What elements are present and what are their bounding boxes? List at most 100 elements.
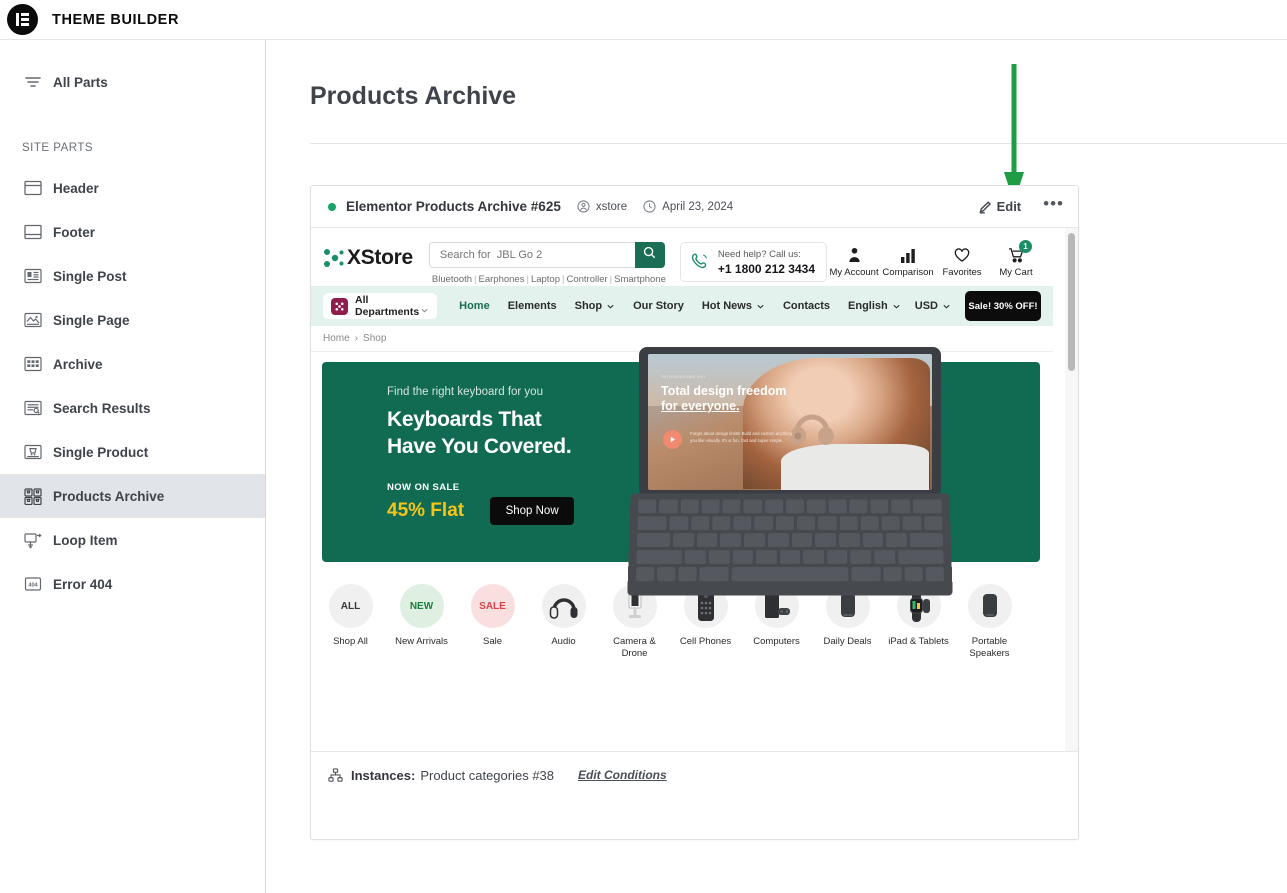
nav-link-shop[interactable]: Shop <box>575 300 616 312</box>
author-meta: xstore <box>577 199 627 214</box>
sidebar-item-label: Single Product <box>53 444 149 460</box>
screen-title-line1: Total design freedom <box>661 384 787 398</box>
category-label: Audio <box>551 636 576 647</box>
call-us-label: Need help? Call us: <box>717 248 801 260</box>
preview-scrollbar-track[interactable] <box>1065 228 1078 751</box>
filter-lines-icon <box>22 71 44 93</box>
sidebar-item-all-parts[interactable]: All Parts <box>0 60 265 104</box>
search-button[interactable] <box>634 242 665 268</box>
sidebar-item-single-page[interactable]: Single Page <box>0 298 265 342</box>
category-label: Computers <box>753 636 800 647</box>
preview-viewport: XStore Search for JBL Go 2 Bluetooth | E… <box>311 228 1053 751</box>
single-post-icon <box>22 265 44 287</box>
store-header: XStore Search for JBL Go 2 Bluetooth | E… <box>311 228 1053 286</box>
sidebar-item-loop-item[interactable]: Loop Item <box>0 518 265 562</box>
search-icon <box>643 246 656 264</box>
comparison-link[interactable]: Comparison <box>881 244 935 278</box>
archive-grid-icon <box>22 353 44 375</box>
sidebar-item-search-results[interactable]: Search Results <box>0 386 265 430</box>
nav-link-our-story[interactable]: Our Story <box>633 300 684 312</box>
sitemap-icon <box>328 767 343 783</box>
single-product-icon <box>22 441 44 463</box>
screen-body-text: Forget about design limits! Build and cu… <box>690 431 792 443</box>
date-meta: April 23, 2024 <box>643 199 733 214</box>
sidebar-item-label: Search Results <box>53 400 151 416</box>
edit-conditions-link[interactable]: Edit Conditions <box>578 768 667 782</box>
search-tag[interactable]: Earphones <box>479 274 525 285</box>
user-icon <box>847 244 862 263</box>
search-results-icon <box>22 397 44 419</box>
elementor-logo-icon[interactable] <box>7 4 38 35</box>
shop-now-button[interactable]: Shop Now <box>490 497 575 525</box>
edit-label: Edit <box>996 199 1022 214</box>
category-item[interactable]: Portable Speakers <box>954 584 1025 660</box>
footer-layout-icon <box>22 221 44 243</box>
sidebar-item-label: Footer <box>53 224 95 240</box>
nav-link-contacts[interactable]: Contacts <box>783 300 830 312</box>
call-us-box[interactable]: Need help? Call us: +1 1800 212 3434 <box>679 242 828 282</box>
sidebar-item-label: Archive <box>53 356 103 372</box>
sidebar-item-archive[interactable]: Archive <box>0 342 265 386</box>
edit-button[interactable]: Edit <box>978 199 1022 214</box>
category-item[interactable]: SALE Sale <box>457 584 528 660</box>
nav-link-hot-news[interactable]: Hot News <box>702 300 765 312</box>
hero-discount: 45% Flat <box>387 500 465 521</box>
sidebar-item-single-post[interactable]: Single Post <box>0 254 265 298</box>
sidebar-item-label: All Parts <box>53 74 108 90</box>
language-selector[interactable]: English <box>848 300 901 312</box>
sale-button[interactable]: Sale! 30% OFF! <box>965 291 1041 321</box>
search-tag[interactable]: Controller <box>566 274 607 285</box>
breadcrumb-item-home[interactable]: Home <box>323 333 350 344</box>
category-badge: ALL <box>328 584 373 628</box>
xstore-logo-text: XStore <box>347 246 413 269</box>
category-label: Cell Phones <box>679 636 732 647</box>
bar-chart-icon <box>900 244 916 263</box>
nav-right: English USD Sale! 30% OFF! <box>848 291 1041 321</box>
sidebar-item-header[interactable]: Header <box>0 166 265 210</box>
category-label: iPad & Tablets <box>888 636 949 647</box>
breadcrumb-item-shop[interactable]: Shop <box>363 333 386 344</box>
nav-links: Home Elements Shop Our Story Hot News Co… <box>459 300 848 312</box>
sidebar-item-footer[interactable]: Footer <box>0 210 265 254</box>
account-label: Comparison <box>882 267 934 278</box>
nav-link-label: Home <box>459 300 490 312</box>
sidebar-section-label: SITE PARTS <box>22 142 94 154</box>
breadcrumb-separator: › <box>354 333 359 344</box>
search-input[interactable] <box>428 242 635 268</box>
sidebar-item-products-archive[interactable]: Products Archive <box>0 474 265 518</box>
sidebar-item-error-404[interactable]: 404 Error 404 <box>0 562 265 606</box>
category-item[interactable]: Audio <box>528 584 599 660</box>
xstore-logo[interactable]: XStore <box>323 246 413 270</box>
my-cart-link[interactable]: 1 My Cart <box>989 240 1043 278</box>
template-preview[interactable]: XStore Search for JBL Go 2 Bluetooth | E… <box>311 228 1078 752</box>
pencil-icon <box>978 200 992 214</box>
preview-scrollbar-thumb[interactable] <box>1068 233 1075 371</box>
nav-link-home[interactable]: Home <box>459 300 490 312</box>
nav-link-label: Contacts <box>782 300 831 312</box>
sidebar-item-label: Products Archive <box>53 488 165 504</box>
sidebar-item-single-product[interactable]: Single Product <box>0 430 265 474</box>
nav-link-elements[interactable]: Elements <box>508 300 557 312</box>
category-item[interactable]: ALL Shop All <box>315 584 386 660</box>
my-account-link[interactable]: My Account <box>827 244 881 278</box>
search-tag[interactable]: Laptop <box>531 274 560 285</box>
card-header: Elementor Products Archive #625 xstore A… <box>311 186 1078 228</box>
sidebar-item-label: Header <box>53 180 99 196</box>
category-label: Sale <box>482 636 502 647</box>
search-tag[interactable]: Bluetooth <box>432 274 472 285</box>
nav-link-label: Elements <box>507 300 557 312</box>
store-nav: All Departments Home Elements Shop Our S… <box>311 286 1053 326</box>
category-item[interactable]: NEW New Arrivals <box>386 584 457 660</box>
more-options-button[interactable]: ••• <box>1043 195 1064 215</box>
xstore-logo-icon <box>324 249 344 267</box>
favorites-link[interactable]: Favorites <box>935 244 989 278</box>
all-departments-dropdown[interactable]: All Departments <box>323 293 438 319</box>
user-circle-icon <box>577 199 591 214</box>
sidebar-item-label: Single Post <box>53 268 127 284</box>
search-tag[interactable]: Smartphone <box>614 274 666 285</box>
nav-link-label: Hot News <box>701 300 752 312</box>
currency-selector[interactable]: USD <box>915 300 951 312</box>
sidebar-item-label: Error 404 <box>53 576 113 592</box>
category-label: Camera & Drone <box>613 636 656 659</box>
page-heading: Products Archive <box>310 82 517 110</box>
